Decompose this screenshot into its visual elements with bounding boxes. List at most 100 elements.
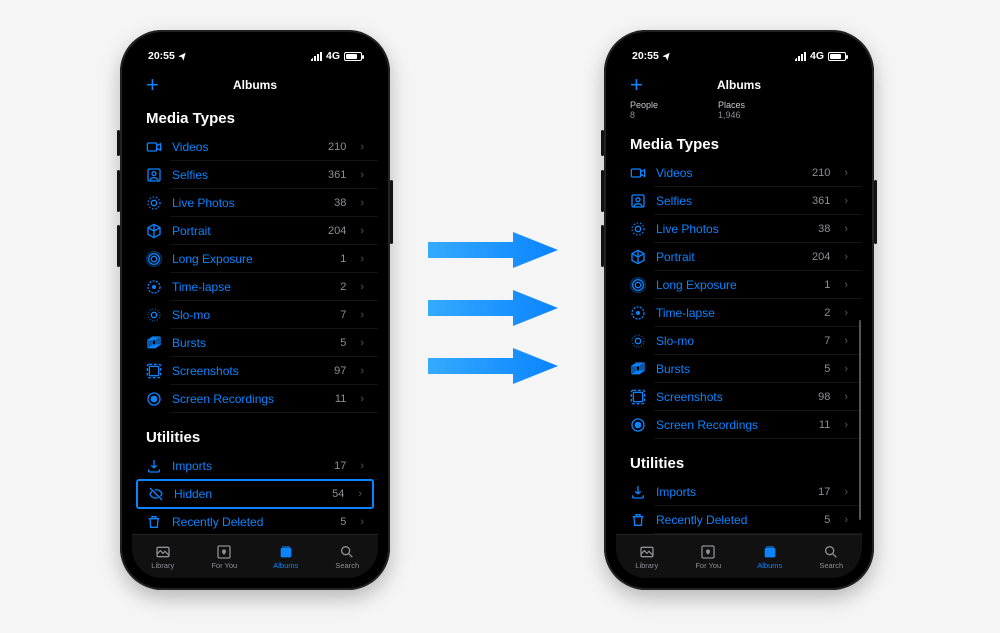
row-count: 7 bbox=[340, 309, 346, 321]
foryou-icon bbox=[215, 544, 233, 560]
chevron-right-icon: › bbox=[360, 337, 364, 349]
row-label: Videos bbox=[656, 166, 802, 180]
tab-label: Search bbox=[819, 561, 843, 570]
media-row-videos[interactable]: Videos 210 › bbox=[616, 159, 862, 187]
nav-header: + Albums bbox=[616, 70, 862, 100]
media-row-bursts[interactable]: Bursts 5 › bbox=[132, 329, 378, 357]
row-label: Imports bbox=[172, 459, 324, 473]
utilities-row-imports[interactable]: Imports 17 › bbox=[616, 478, 862, 506]
tab-bar: LibraryFor You Albums Search bbox=[132, 534, 378, 578]
side-button bbox=[117, 225, 120, 267]
media-row-slo-mo[interactable]: Slo-mo7› bbox=[132, 301, 378, 329]
row-count: 210 bbox=[812, 167, 830, 179]
livephoto-icon bbox=[630, 221, 646, 237]
media-row-portrait[interactable]: Portrait204› bbox=[616, 243, 862, 271]
chevron-right-icon: › bbox=[360, 516, 364, 528]
row-count: 17 bbox=[818, 486, 830, 498]
tab-library[interactable]: Library bbox=[616, 535, 678, 578]
content-left[interactable]: Media Types Videos210›Selfies361›Live Ph… bbox=[132, 100, 378, 534]
tab-label: For You bbox=[695, 561, 721, 570]
row-count: 210 bbox=[328, 141, 346, 153]
media-row-screenshots[interactable]: Screenshots97› bbox=[132, 357, 378, 385]
media-row-videos[interactable]: Videos210› bbox=[132, 133, 378, 161]
chevron-right-icon: › bbox=[844, 251, 848, 263]
chevron-right-icon: › bbox=[358, 488, 362, 500]
tab-albums[interactable]: Albums bbox=[255, 535, 317, 578]
tab-bar: Library For You Albums Search bbox=[616, 534, 862, 578]
network-label: 4G bbox=[810, 50, 824, 62]
row-count: 54 bbox=[332, 488, 344, 500]
media-row-screenshots[interactable]: Screenshots98› bbox=[616, 383, 862, 411]
row-label: Screenshots bbox=[172, 364, 324, 378]
tab-search[interactable]: Search bbox=[317, 535, 379, 578]
cube-icon bbox=[630, 249, 646, 265]
import-icon bbox=[146, 458, 162, 474]
media-row-live-photos[interactable]: Live Photos38› bbox=[132, 189, 378, 217]
row-count: 1 bbox=[340, 253, 346, 265]
add-button[interactable]: + bbox=[630, 74, 650, 96]
chevron-right-icon: › bbox=[844, 279, 848, 291]
media-row-time-lapse[interactable]: Time-lapse2› bbox=[132, 273, 378, 301]
media-row-portrait[interactable]: Portrait204› bbox=[132, 217, 378, 245]
tab-library[interactable]: Library bbox=[132, 535, 194, 578]
chevron-right-icon: › bbox=[360, 197, 364, 209]
side-button bbox=[601, 130, 604, 156]
row-count: 17 bbox=[334, 460, 346, 472]
media-row-selfies[interactable]: Selfies361› bbox=[616, 187, 862, 215]
tab-albums[interactable]: Albums bbox=[739, 535, 801, 578]
utilities-row-hidden[interactable]: Hidden54› bbox=[136, 479, 374, 509]
row-count: 5 bbox=[824, 363, 830, 375]
row-count: 204 bbox=[328, 225, 346, 237]
row-label: Portrait bbox=[172, 224, 318, 238]
row-label: Imports bbox=[656, 485, 808, 499]
timelapse-icon bbox=[146, 279, 162, 295]
media-row-time-lapse[interactable]: Time-lapse2› bbox=[616, 299, 862, 327]
chevron-right-icon: › bbox=[844, 167, 848, 179]
chevron-right-icon: › bbox=[360, 309, 364, 321]
library-icon bbox=[638, 544, 656, 560]
media-row-bursts[interactable]: Bursts5› bbox=[616, 355, 862, 383]
chevron-right-icon: › bbox=[844, 419, 848, 431]
row-label: Bursts bbox=[172, 336, 330, 350]
tab-foryou[interactable]: For You bbox=[678, 535, 740, 578]
longexposure-icon bbox=[630, 277, 646, 293]
utilities-row-recently-deleted[interactable]: Recently Deleted5› bbox=[616, 506, 862, 534]
content-right[interactable]: People 8 Places 1,946 Media Types Videos… bbox=[616, 100, 862, 534]
phone-right: 20:55 4G + Albums People 8 bbox=[604, 30, 874, 590]
side-button bbox=[874, 180, 877, 244]
media-row-screen-recordings[interactable]: Screen Recordings11› bbox=[616, 411, 862, 439]
screenrec-icon bbox=[146, 391, 162, 407]
bursts-icon bbox=[146, 335, 162, 351]
add-button[interactable]: + bbox=[146, 74, 166, 96]
media-row-live-photos[interactable]: Live Photos38› bbox=[616, 215, 862, 243]
row-label: Recently Deleted bbox=[172, 515, 330, 529]
tab-search[interactable]: Search bbox=[801, 535, 863, 578]
utilities-row-imports[interactable]: Imports 17 › bbox=[132, 452, 378, 480]
side-button bbox=[117, 170, 120, 212]
media-row-selfies[interactable]: Selfies361› bbox=[132, 161, 378, 189]
row-count: 2 bbox=[340, 281, 346, 293]
chevron-right-icon: › bbox=[844, 486, 848, 498]
row-count: 11 bbox=[819, 419, 830, 431]
row-count: 38 bbox=[334, 197, 346, 209]
section-utilities: Utilities bbox=[132, 413, 378, 452]
nav-title: Albums bbox=[650, 78, 828, 92]
video-icon bbox=[630, 165, 646, 181]
media-row-long-exposure[interactable]: Long Exposure1› bbox=[616, 271, 862, 299]
tab-label: Albums bbox=[273, 561, 298, 570]
chevron-right-icon: › bbox=[360, 460, 364, 472]
phone-left: 20:55 4G + Albums Media Types Videos210›… bbox=[120, 30, 390, 590]
row-count: 7 bbox=[824, 335, 830, 347]
tab-foryou[interactable]: For You bbox=[194, 535, 256, 578]
media-row-screen-recordings[interactable]: Screen Recordings11› bbox=[132, 385, 378, 413]
media-row-slo-mo[interactable]: Slo-mo7› bbox=[616, 327, 862, 355]
status-time: 20:55 bbox=[148, 50, 175, 62]
utilities-row-recently-deleted[interactable]: Recently Deleted 5 › bbox=[132, 508, 378, 534]
row-count: 5 bbox=[340, 516, 346, 528]
row-count: 5 bbox=[340, 337, 346, 349]
row-count: 97 bbox=[334, 365, 346, 377]
chevron-right-icon: › bbox=[360, 141, 364, 153]
nav-title: Albums bbox=[166, 78, 344, 92]
row-label: Selfies bbox=[172, 168, 318, 182]
media-row-long-exposure[interactable]: Long Exposure1› bbox=[132, 245, 378, 273]
